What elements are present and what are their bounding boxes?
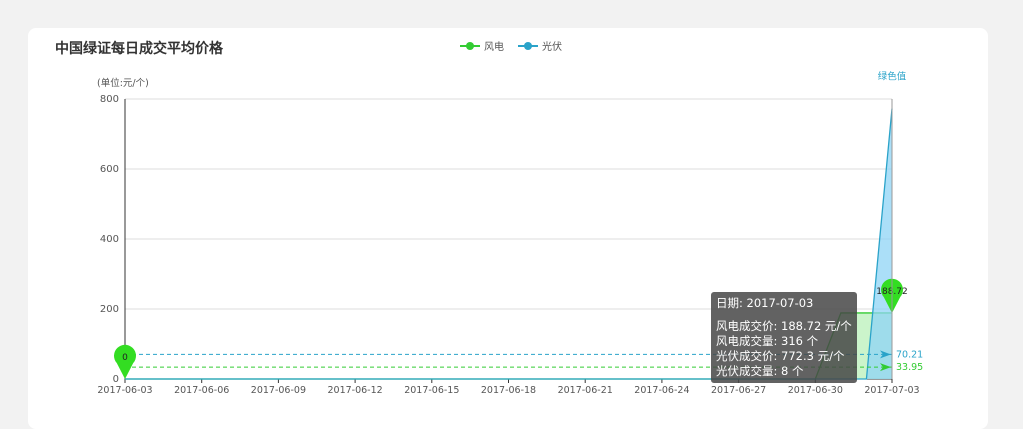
x-tick-label: 2017-06-15 (404, 385, 459, 396)
x-tick-label: 2017-06-18 (481, 385, 536, 396)
y-tick-label: 600 (100, 164, 119, 175)
x-tick-label: 2017-06-21 (558, 385, 613, 396)
chart-plot: 0 200 400 600 800 (单位:元/个) 2017-06-03 2017-06-0… (97, 71, 923, 396)
tooltip-line: 风电成交量: 316 个 (716, 334, 819, 348)
x-tick-label: 2017-06-09 (251, 385, 306, 396)
x-tick-label: 2017-06-24 (634, 385, 689, 396)
x-tick-label: 2017-06-12 (327, 385, 382, 396)
markline-label: 33.95 (896, 362, 923, 373)
y-tick-label: 0 (113, 374, 119, 385)
tooltip-line: 风电成交价: 188.72 元/个 (716, 319, 852, 333)
markline-label: 70.21 (896, 349, 923, 360)
spike-annotation: 绿色值 (878, 71, 907, 83)
x-tick-label: 2017-06-27 (711, 385, 766, 396)
markpoint-label: 0 (122, 353, 128, 363)
tooltip-line: 光伏成交量: 8 个 (716, 364, 804, 378)
x-tick-label: 2017-07-03 (864, 385, 919, 396)
y-tick-label: 800 (100, 94, 119, 105)
x-tick-label: 2017-06-30 (788, 385, 843, 396)
y-tick-label: 200 (100, 304, 119, 315)
chart-tooltip: 日期: 2017-07-03 风电成交价: 188.72 元/个 风电成交量: … (711, 292, 857, 383)
tooltip-line: 光伏成交价: 772.3 元/个 (716, 349, 845, 363)
tooltip-date: 日期: 2017-07-03 (716, 296, 814, 310)
x-tick-label: 2017-06-03 (97, 385, 152, 396)
y-tick-label: 400 (100, 234, 119, 245)
y-axis-label: (单位:元/个) (97, 77, 149, 89)
x-tick-label: 2017-06-06 (174, 385, 229, 396)
